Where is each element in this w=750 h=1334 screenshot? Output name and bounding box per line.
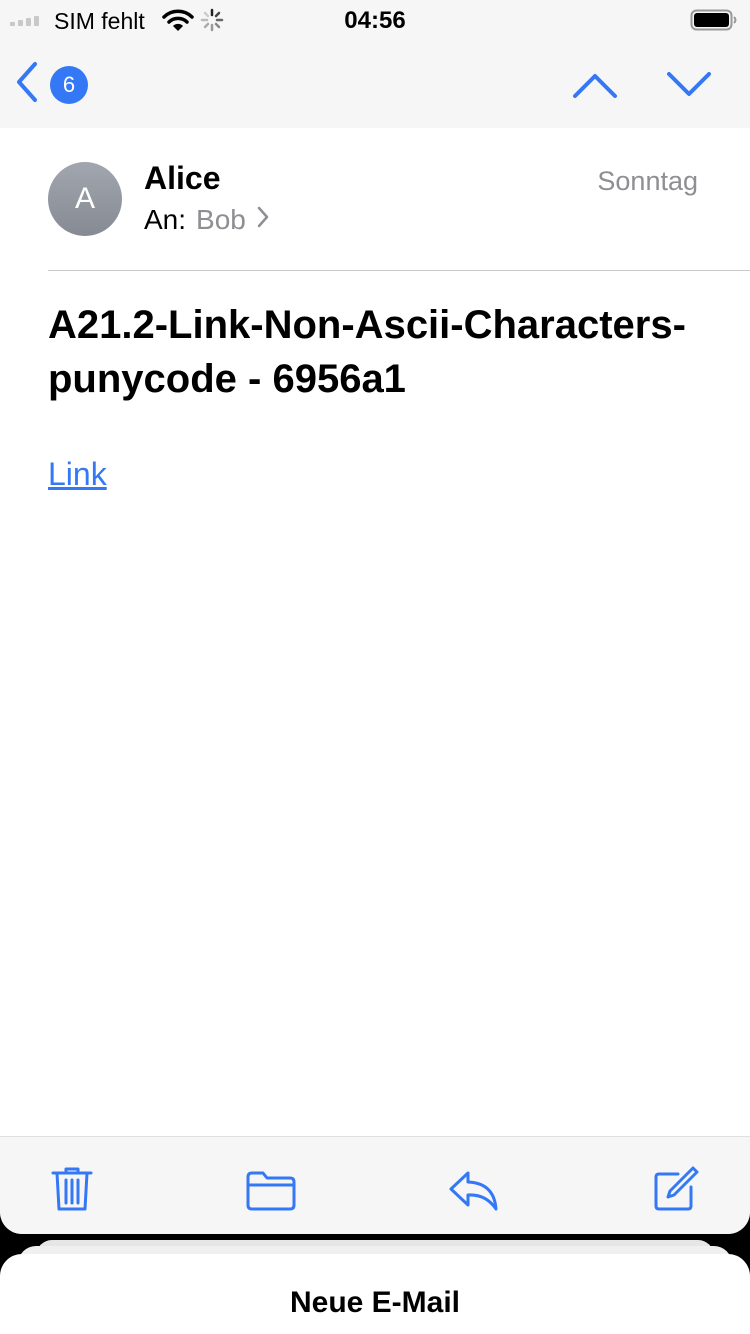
move-to-folder-button[interactable]	[245, 1169, 297, 1216]
status-bar: SIM fehlt 04:56	[0, 0, 750, 40]
back-button[interactable]: 6	[14, 60, 88, 109]
sender-name[interactable]: Alice	[144, 160, 220, 197]
battery-icon	[690, 8, 738, 37]
unread-count-badge: 6	[50, 65, 88, 104]
status-time: 04:56	[344, 7, 406, 34]
to-label: An:	[144, 204, 187, 235]
navigation-bar: 6	[0, 40, 750, 128]
chevron-left-icon	[14, 60, 40, 109]
recipient-row[interactable]: An: Bob	[144, 204, 270, 236]
reply-button[interactable]	[448, 1169, 500, 1218]
bottom-toolbar	[0, 1136, 750, 1234]
draft-sheet-title: Neue E-Mail	[289, 1286, 461, 1319]
folder-icon	[246, 1171, 296, 1211]
trash-icon	[51, 1167, 93, 1211]
new-mail-draft-sheet[interactable]: Neue E-Mail	[0, 1254, 750, 1334]
trash-button[interactable]	[50, 1165, 94, 1218]
body-link[interactable]: Link	[48, 456, 107, 493]
message-content: A Alice Sonntag An: Bob A21.2-Link-Non-A…	[0, 128, 750, 1136]
chevron-up-icon	[573, 74, 617, 98]
mail-message-screen: SIM fehlt 04:56 6 A Alice Sonntag An: Bo…	[0, 0, 750, 1234]
recipient-name: Bob	[196, 204, 246, 235]
avatar[interactable]: A	[48, 162, 122, 236]
reply-icon	[449, 1171, 498, 1211]
previous-message-button[interactable]	[570, 64, 620, 109]
message-date: Sonntag	[597, 166, 698, 196]
message-subject: A21.2-Link-Non-Ascii-Characters-punycode…	[48, 303, 686, 401]
compose-button[interactable]	[652, 1165, 700, 1218]
chevron-right-icon	[256, 204, 270, 236]
compose-icon	[654, 1166, 699, 1211]
header-divider	[48, 270, 750, 271]
chevron-down-icon	[667, 72, 711, 96]
next-message-button[interactable]	[664, 64, 714, 109]
